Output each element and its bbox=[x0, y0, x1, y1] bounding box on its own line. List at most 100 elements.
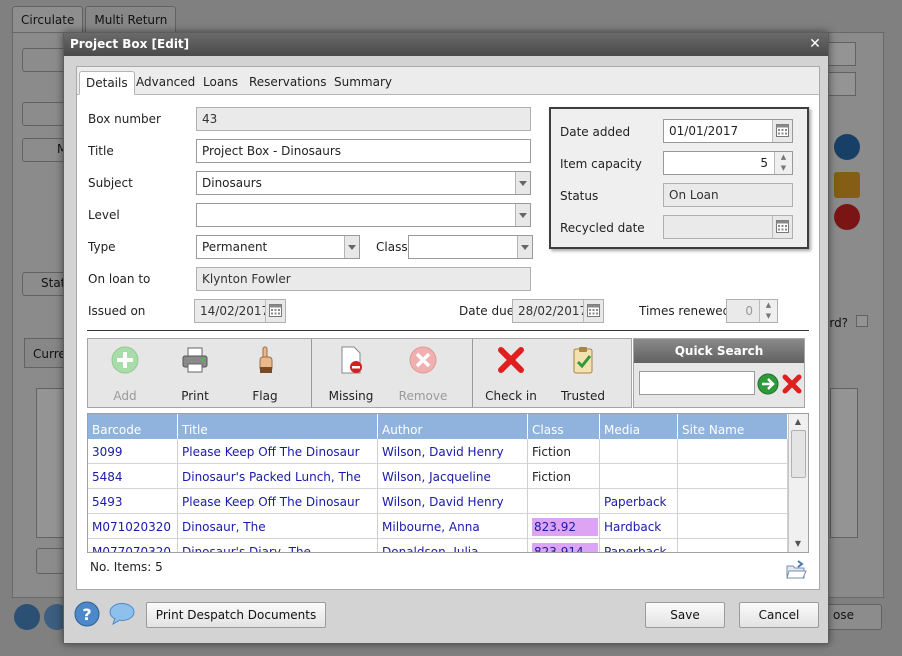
level-label: Level bbox=[88, 208, 120, 222]
add-button[interactable]: Add bbox=[90, 339, 160, 407]
flag-button[interactable]: Flag bbox=[230, 339, 300, 407]
calendar-icon[interactable] bbox=[583, 300, 603, 322]
column-header-class[interactable]: Class bbox=[528, 414, 600, 439]
chevron-down-icon[interactable] bbox=[515, 172, 530, 194]
cell-media: Hardback bbox=[600, 514, 678, 539]
cell-title: Please Keep Off The Dinosaur bbox=[178, 489, 378, 514]
cell-barcode: 3099 bbox=[88, 439, 178, 464]
cell-class-value: 823.92 bbox=[532, 518, 598, 536]
table-row[interactable]: M071020320 Dinosaur, The Milbourne, Anna… bbox=[88, 514, 788, 539]
date-added-input[interactable]: 01/01/2017 bbox=[663, 119, 793, 143]
chat-icon[interactable] bbox=[108, 602, 136, 626]
items-toolbar: Add Print Flag Missing Remove Check in T… bbox=[87, 338, 632, 408]
title-input[interactable]: Project Box - Dinosaurs bbox=[196, 139, 531, 163]
cell-class bbox=[528, 489, 600, 514]
type-select[interactable]: Permanent bbox=[196, 235, 360, 259]
close-icon[interactable]: ✕ bbox=[808, 33, 822, 55]
table-row[interactable]: 5493 Please Keep Off The Dinosaur Wilson… bbox=[88, 489, 788, 514]
missing-button[interactable]: Missing bbox=[314, 339, 388, 407]
subject-select-value: Dinosaurs bbox=[202, 176, 262, 190]
print-button[interactable]: Print bbox=[160, 339, 230, 407]
check-in-button[interactable]: Check in bbox=[476, 339, 546, 407]
class-select[interactable] bbox=[408, 235, 533, 259]
tab-summary[interactable]: Summary bbox=[328, 71, 398, 95]
toolbar-separator bbox=[311, 339, 312, 407]
remove-icon bbox=[409, 346, 437, 374]
table-row[interactable]: M077070320 Dinosaur's Diary, The Donalds… bbox=[88, 539, 788, 552]
tab-advanced[interactable]: Advanced bbox=[130, 71, 201, 95]
column-header-barcode[interactable]: Barcode bbox=[88, 414, 178, 439]
cell-author: Wilson, David Henry bbox=[378, 489, 528, 514]
scroll-thumb[interactable] bbox=[791, 430, 806, 478]
recycled-date-field bbox=[663, 215, 793, 239]
calendar-icon[interactable] bbox=[772, 120, 792, 142]
open-folder-icon[interactable] bbox=[785, 559, 807, 581]
box-info-panel: Date added 01/01/2017 Item capacity 5 ▲ ▼… bbox=[549, 107, 809, 249]
cell-site-name bbox=[678, 464, 788, 489]
go-icon[interactable] bbox=[757, 373, 779, 395]
column-header-site-name[interactable]: Site Name bbox=[678, 414, 788, 439]
spin-down-icon[interactable]: ▼ bbox=[775, 163, 792, 174]
svg-text:?: ? bbox=[82, 605, 91, 624]
chevron-down-icon[interactable] bbox=[344, 236, 359, 258]
cell-author: Milbourne, Anna bbox=[378, 514, 528, 539]
date-due-value: 28/02/2017 bbox=[518, 304, 588, 318]
quick-search-panel: Quick Search bbox=[633, 338, 805, 408]
pointing-hand-icon bbox=[259, 346, 273, 373]
chevron-down-icon[interactable] bbox=[515, 204, 530, 226]
subject-label: Subject bbox=[88, 176, 133, 190]
cell-barcode: M077070320 bbox=[88, 539, 178, 552]
cell-media bbox=[600, 439, 678, 464]
on-loan-to-label: On loan to bbox=[88, 272, 151, 286]
print-label: Print bbox=[181, 389, 209, 403]
clear-search-icon[interactable] bbox=[781, 373, 803, 395]
times-renewed-label: Times renewed bbox=[639, 304, 731, 318]
column-header-media[interactable]: Media bbox=[600, 414, 678, 439]
project-box-dialog: Project Box [Edit] ✕ Details Advanced Lo… bbox=[63, 32, 829, 644]
print-despatch-documents-button[interactable]: Print Despatch Documents bbox=[146, 602, 326, 628]
issued-on-value: 14/02/2017 bbox=[200, 304, 270, 318]
level-select[interactable] bbox=[196, 203, 531, 227]
save-button[interactable]: Save bbox=[645, 602, 725, 628]
cell-barcode: 5484 bbox=[88, 464, 178, 489]
item-capacity-spin[interactable]: ▲ ▼ bbox=[774, 152, 792, 174]
scroll-up-icon[interactable]: ▲ bbox=[789, 415, 807, 429]
spin-up-icon[interactable]: ▲ bbox=[775, 152, 792, 163]
trusted-label: Trusted bbox=[560, 389, 606, 403]
issued-on-label: Issued on bbox=[88, 304, 146, 318]
help-icon[interactable]: ? bbox=[74, 601, 100, 627]
calendar-icon[interactable] bbox=[265, 300, 285, 322]
cell-title: Dinosaur, The bbox=[178, 514, 378, 539]
flag-label: Flag bbox=[252, 389, 278, 403]
table-row[interactable]: 3099 Please Keep Off The Dinosaur Wilson… bbox=[88, 439, 788, 464]
quick-search-input[interactable] bbox=[639, 371, 755, 395]
dialog-title-bar: Project Box [Edit] ✕ bbox=[64, 33, 828, 56]
table-row[interactable]: 5484 Dinosaur's Packed Lunch, The Wilson… bbox=[88, 464, 788, 489]
toolbar-separator bbox=[472, 339, 473, 407]
cell-class: Fiction bbox=[528, 464, 600, 489]
tab-details[interactable]: Details bbox=[79, 71, 135, 95]
cancel-button[interactable]: Cancel bbox=[739, 602, 819, 628]
scroll-down-icon[interactable]: ▼ bbox=[789, 537, 807, 551]
cell-barcode: M071020320 bbox=[88, 514, 178, 539]
column-header-title[interactable]: Title bbox=[178, 414, 378, 439]
cell-media: Paperback bbox=[600, 489, 678, 514]
chevron-down-icon[interactable] bbox=[517, 236, 532, 258]
cell-title: Please Keep Off The Dinosaur bbox=[178, 439, 378, 464]
tab-loans[interactable]: Loans bbox=[197, 71, 244, 95]
calendar-icon bbox=[772, 216, 792, 238]
cell-author: Wilson, Jacqueline bbox=[378, 464, 528, 489]
missing-label: Missing bbox=[328, 389, 374, 403]
cell-barcode: 5493 bbox=[88, 489, 178, 514]
grid-scrollbar[interactable]: ▲ ▼ bbox=[788, 414, 808, 552]
divider bbox=[87, 330, 809, 331]
cell-site-name bbox=[678, 539, 788, 552]
trusted-button[interactable]: Trusted bbox=[548, 339, 618, 407]
remove-button[interactable]: Remove bbox=[388, 339, 458, 407]
spin-down-icon: ▼ bbox=[765, 312, 772, 320]
tab-reservations[interactable]: Reservations bbox=[243, 71, 332, 95]
column-header-author[interactable]: Author bbox=[378, 414, 528, 439]
item-capacity-stepper[interactable]: 5 ▲ ▼ bbox=[663, 151, 793, 175]
cell-site-name bbox=[678, 489, 788, 514]
subject-select[interactable]: Dinosaurs bbox=[196, 171, 531, 195]
